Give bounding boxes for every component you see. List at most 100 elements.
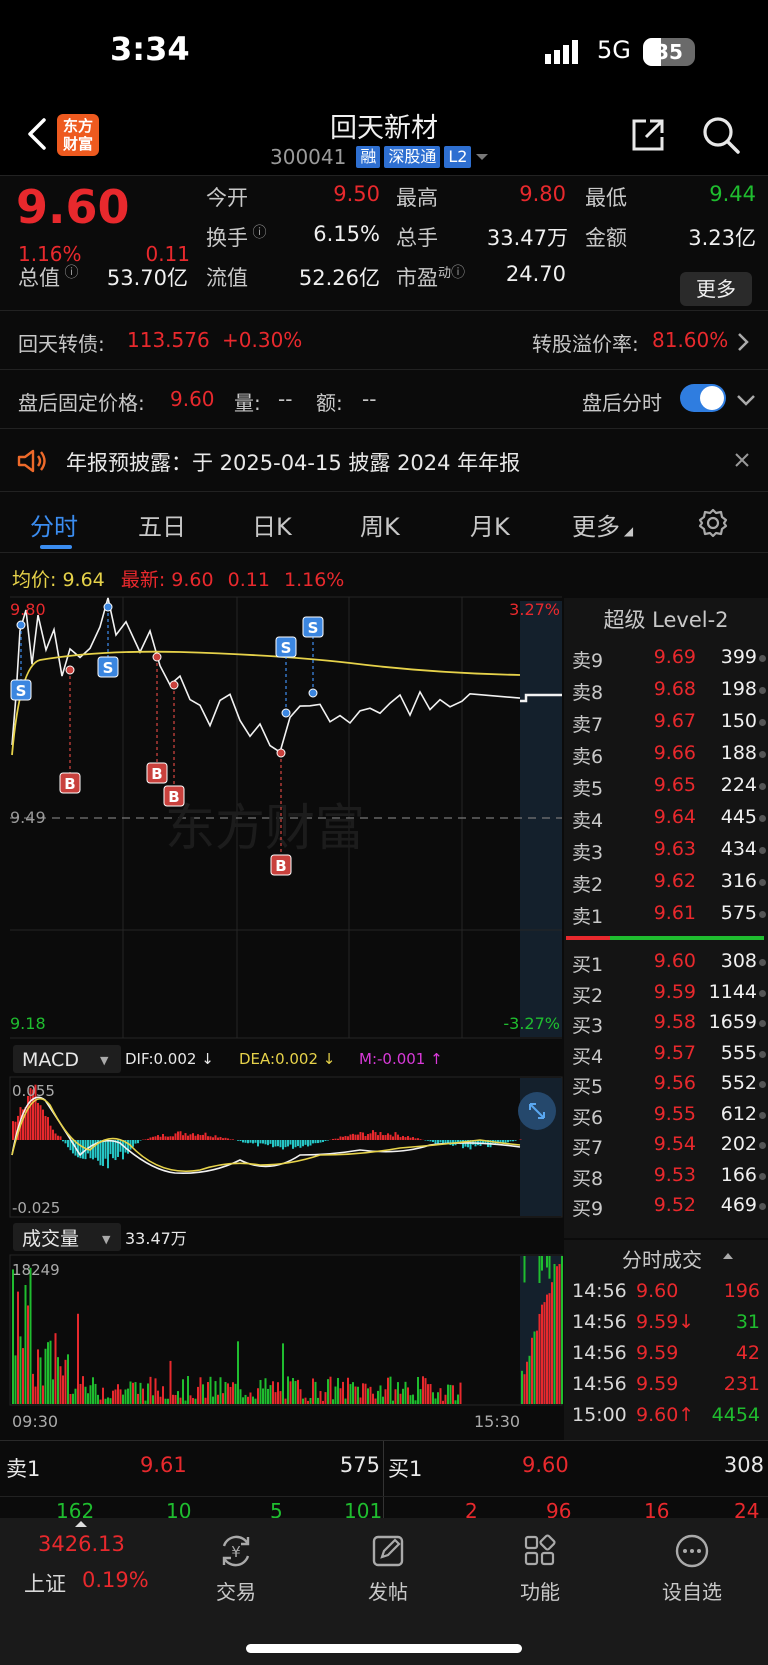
macd-bar [104,1140,107,1159]
chevron-down-icon[interactable] [736,393,756,407]
tag-shenzhen-connect: 深股通 [384,146,441,168]
macd-bar [262,1140,264,1144]
volume-bar [553,1264,556,1404]
volume-bar [242,1397,244,1404]
close-icon[interactable] [734,452,750,468]
volume-bar [57,1357,59,1404]
bid-price: 9.54 [653,1133,696,1155]
macd-bar [154,1136,157,1140]
macd-bar [324,1140,327,1141]
tab-five-day[interactable]: 五日 [138,507,186,542]
macd-bar [37,1102,39,1140]
stock-code-row[interactable]: 300041 融 深股通 L2 [270,144,489,170]
ask-row[interactable]: 卖5 9.65 224 [564,770,768,802]
settings-gear-icon[interactable] [697,507,729,539]
ask-row[interactable]: 卖1 9.61 575 [564,898,768,930]
macd-bar [269,1140,272,1144]
macd-bar [54,1133,57,1140]
bid-row[interactable]: 买9 9.52 469 [564,1190,768,1222]
bid-dot [759,1142,766,1149]
volume-bar [17,1291,19,1404]
trades-panel[interactable]: 分时成交 14:56 9.60 196 14:56 9.59↓ 31 14:56 9.59 42… [564,1240,768,1440]
tab-intraday[interactable]: 分时 [30,507,78,542]
share-button[interactable] [628,115,668,155]
volume-bar [249,1392,252,1404]
bid-price: 9.57 [653,1041,696,1064]
tab-more[interactable]: 更多 ◢ [572,507,633,542]
volume-bar [42,1385,44,1404]
nav-post[interactable]: 发帖 [338,1532,438,1605]
macd-bar [132,1140,134,1147]
tab-weekly-k[interactable]: 周K [360,507,400,542]
more-button[interactable]: 更多 [680,272,752,306]
volume-bar [257,1388,259,1404]
macd-bar [144,1139,147,1140]
bid-row[interactable]: 买2 9.59 1144 [564,977,768,1009]
notice-bar[interactable]: 年报预披露：于 2025-04-15 披露 2024 年年报 [0,430,768,492]
ask-row[interactable]: 卖3 9.63 434 [564,834,768,866]
ask-row[interactable]: 卖8 9.68 198 [564,674,768,706]
bid-row[interactable]: 买5 9.56 552 [564,1068,768,1100]
nav-trade[interactable]: ¥ 交易 [186,1532,286,1605]
macd-bar [149,1137,152,1140]
bid-row[interactable]: 买4 9.57 555 [564,1038,768,1070]
search-button[interactable] [700,114,742,156]
volume-bar [327,1379,329,1404]
macd-bar [202,1134,204,1140]
volume-bar [72,1393,74,1404]
nav-functions[interactable]: 功能 [490,1532,590,1605]
macd-bar [282,1140,284,1150]
ask-row[interactable]: 卖6 9.66 188 [564,738,768,770]
bid-row[interactable]: 买1 9.60 308 [564,946,768,978]
tab-daily-k[interactable]: 日K [252,507,292,542]
volume-bar [533,1331,536,1404]
bid-dot [759,1172,766,1180]
index-ticker[interactable]: 3426.13 上证 0.19% [0,1518,150,1648]
volume-bar [556,1266,558,1404]
volume-bar [162,1386,164,1404]
macd-bar [217,1137,219,1140]
volume-bar [399,1393,402,1404]
ask-row[interactable]: 卖4 9.64 445 [564,802,768,834]
bid-row[interactable]: 买3 9.58 1659 [564,1007,768,1039]
ask-row[interactable]: 卖9 9.69 399 [564,642,768,674]
volume-bar [34,1386,37,1404]
tab-monthly-k[interactable]: 月K [470,507,510,542]
volume-bar [536,1330,538,1404]
info-icon[interactable]: ⓘ [248,225,266,241]
trade-price: 9.59 [636,1342,679,1364]
info-icon[interactable]: ⓘ [451,265,465,281]
macd-dropdown-icon: ▼ [100,1054,109,1067]
ask-row[interactable]: 卖2 9.62 316 [564,866,768,898]
macd-bar [359,1132,362,1140]
high-label: 最高 [396,186,438,210]
ask-volume: 575 [720,902,757,924]
volume-bar [344,1398,347,1404]
intraday-chart[interactable]: 东方财富 SSBBBSSB 9.80 9.49 9.18 3.27% -3.27… [0,595,564,1435]
volume-bar [392,1400,394,1404]
after-hours-toggle[interactable] [680,384,726,412]
pct-axis-top: 3.27% [509,600,560,619]
ask-row[interactable]: 卖7 9.67 150 [564,706,768,738]
volume-bar [244,1394,247,1404]
volume-bar [132,1382,134,1404]
info-icon[interactable]: ⓘ [60,265,78,281]
order-book[interactable]: 超级 Level-2 卖9 9.69 399 卖8 9.68 198 卖7 9.67 150 卖6… [564,598,768,1238]
macd-bar [364,1135,367,1140]
bid-row[interactable]: 买7 9.54 202 [564,1129,768,1161]
bid-row[interactable]: 买8 9.53 166 [564,1160,768,1192]
strip-row-divider [0,1496,768,1497]
volume-bar [262,1388,264,1404]
macd-bar [309,1140,312,1146]
pe-value: 24.70 [505,262,566,286]
macd-bar [377,1135,379,1140]
volume-bar [212,1396,214,1404]
macd-bar [39,1105,42,1140]
trade-volume: 31 [735,1311,760,1333]
bid-row[interactable]: 买6 9.55 612 [564,1099,768,1131]
ask-price: 9.67 [653,710,696,732]
convertible-bond-row[interactable]: 回天转债: 113.576 +0.30% 转股溢价率: 81.60% [0,312,768,370]
volume-bar [127,1388,129,1404]
after-hours-vol-label: 量: [234,391,261,415]
nav-add-watchlist[interactable]: 设自选 [642,1532,742,1605]
